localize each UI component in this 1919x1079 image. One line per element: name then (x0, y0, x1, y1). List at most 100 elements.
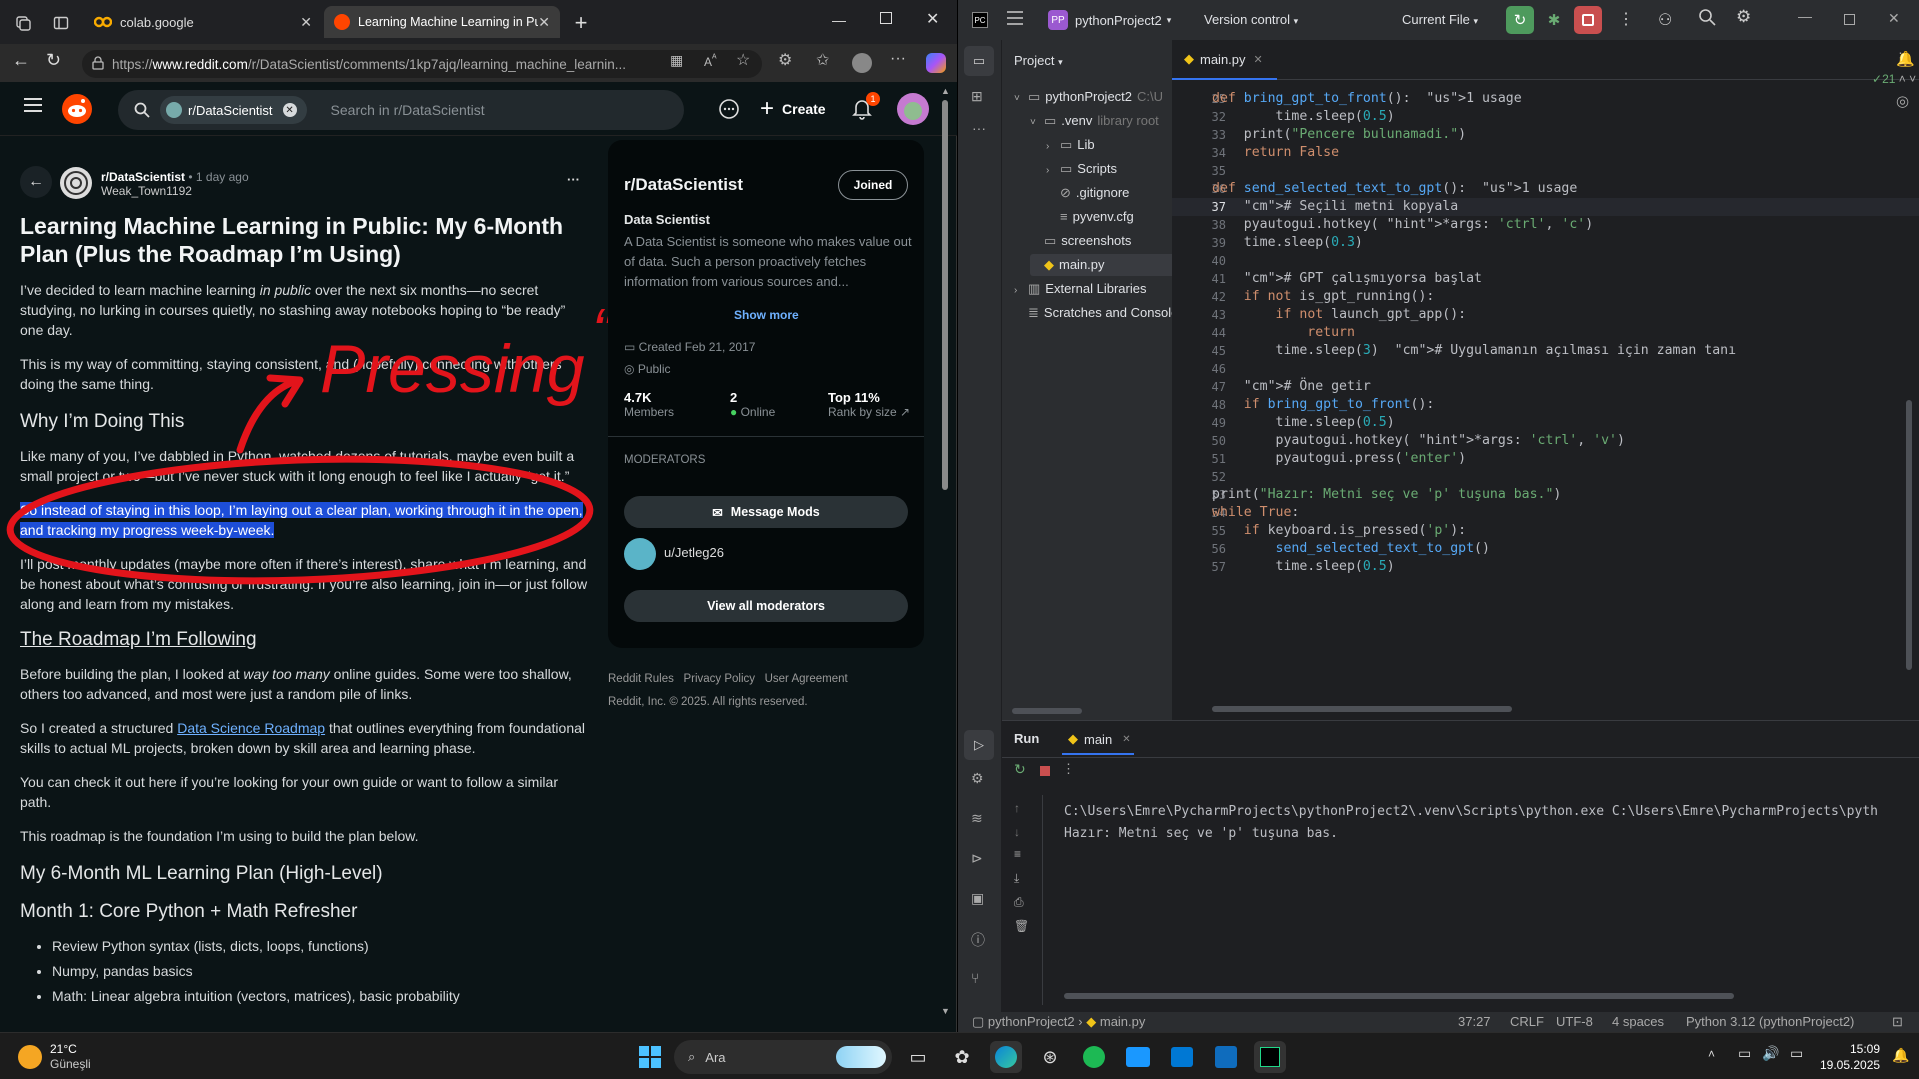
horizontal-scrollbar[interactable] (1012, 708, 1082, 714)
maximize-icon[interactable] (1844, 14, 1855, 25)
chevron-right-icon[interactable]: › (1046, 136, 1060, 158)
start-button[interactable] (634, 1041, 666, 1073)
scroll-up-icon[interactable]: ▲ (941, 86, 950, 96)
git-icon[interactable]: ⑂ (971, 970, 979, 986)
close-tab-icon[interactable]: ✕ (1122, 734, 1130, 745)
copilot-icon[interactable] (926, 53, 946, 73)
extensions-icon[interactable]: ⚙ (778, 50, 792, 70)
tree-item--venv[interactable]: ˅ ▭ .venv library root (1030, 110, 1159, 132)
create-post-button[interactable]: + Create (760, 95, 826, 122)
rerun-icon[interactable]: ↻ (1014, 761, 1026, 778)
pycharm-taskbar-icon[interactable] (1254, 1041, 1286, 1073)
minimize-icon[interactable]: — (1798, 8, 1812, 24)
ai-assistant-icon[interactable]: ◎ (1896, 92, 1909, 110)
post-subreddit-link[interactable]: r/DataScientist (101, 170, 185, 184)
close-tab-icon[interactable]: ✕ (1254, 53, 1263, 66)
more-tools-icon[interactable]: ··· (972, 120, 986, 136)
page-scrollbar[interactable]: ▲ ▼ (941, 86, 950, 1026)
moderator-name[interactable]: u/Jetleg26 (664, 545, 724, 560)
terminal-icon[interactable]: ▣ (971, 890, 984, 907)
highlighted-paragraph[interactable]: So instead of staying in this loop, I’m … (20, 500, 590, 540)
chevron-down-icon[interactable]: ˅ (1030, 112, 1044, 134)
more-options-icon[interactable]: ··· (890, 50, 906, 68)
steam-icon[interactable]: ⊛ (1034, 1041, 1066, 1073)
settings-gear-icon[interactable]: ⚙ (1736, 7, 1751, 27)
main-menu-icon[interactable] (1006, 10, 1024, 26)
python-packages-icon[interactable]: ⚙ (971, 770, 984, 787)
edge-browser-icon[interactable] (990, 1041, 1022, 1073)
code-line[interactable]: time.sleep(0.3) (1212, 234, 1363, 256)
favorite-star-icon[interactable]: ☆ (736, 50, 750, 70)
search-icon[interactable] (1698, 8, 1716, 26)
maximize-icon[interactable] (880, 12, 892, 24)
clock[interactable]: 15:09 19.05.2025 (1820, 1041, 1880, 1073)
tree-item-pythonproject2[interactable]: ˅ ▭ pythonProject2 C:\U (1014, 86, 1163, 108)
scroll-down-icon[interactable]: ↓ (1014, 825, 1020, 839)
view-all-moderators-button[interactable]: View all moderators (624, 590, 908, 622)
problems-icon[interactable]: ⓘ (971, 930, 985, 950)
workspaces-icon[interactable] (12, 12, 34, 34)
notification-center-icon[interactable]: 🔔 (1892, 1047, 1909, 1064)
profile-avatar[interactable] (852, 53, 872, 73)
url-field[interactable]: https://www.reddit.com/r/DataScientist/c… (82, 50, 762, 78)
chevron-down-icon[interactable]: ˅ (1909, 72, 1916, 86)
tab-main-py[interactable]: ◆ main.py ✕ (1172, 40, 1277, 80)
console-hscrollbar[interactable] (1064, 993, 1734, 999)
stop-icon[interactable] (1040, 766, 1050, 776)
tree-item-pyvenv-cfg[interactable]: ≡ pyvenv.cfg (1046, 206, 1134, 228)
taskbar-search[interactable]: ⌕ Ara (674, 1040, 892, 1074)
notifications-icon[interactable]: 🔔 (1896, 50, 1915, 68)
tree-item-screenshots[interactable]: ▭ screenshots (1030, 230, 1131, 252)
close-window-icon[interactable]: ✕ (926, 9, 939, 29)
volume-icon[interactable]: 🔊 (1762, 1045, 1779, 1062)
roadmap-heading-link[interactable]: The Roadmap I’m Following (20, 630, 590, 650)
joined-button[interactable]: Joined (838, 170, 908, 200)
refresh-icon[interactable]: ↻ (46, 50, 61, 71)
tree-item-scripts[interactable]: › ▭ Scripts (1046, 158, 1117, 180)
rerun-icon[interactable]: ↻ (1506, 6, 1534, 34)
weather-widget[interactable]: 21°C Güneşli (50, 1042, 91, 1072)
run-config-selector[interactable]: Current File ▾ (1402, 12, 1478, 27)
chat-icon[interactable] (718, 98, 740, 120)
read-aloud-icon[interactable]: Aᴬ (704, 53, 717, 69)
debug-icon[interactable]: ✱ (1540, 6, 1568, 34)
task-view-icon[interactable]: ▭ (902, 1041, 934, 1073)
scroll-down-icon[interactable]: ▼ (941, 1006, 950, 1016)
vertical-tabs-icon[interactable] (50, 12, 72, 34)
version-control-menu[interactable]: Version control ▾ (1204, 12, 1298, 27)
user-avatar[interactable] (897, 93, 929, 125)
code-line[interactable]: pyautogui.press('enter') (1212, 450, 1467, 472)
editor-vscrollbar[interactable] (1906, 400, 1912, 670)
weather-sun-icon[interactable] (18, 1045, 42, 1069)
post-author[interactable]: Weak_Town1192 (101, 184, 192, 198)
new-tab-icon[interactable]: + (568, 10, 594, 36)
subreddit-avatar[interactable] (60, 167, 92, 199)
scroll-to-end-icon[interactable]: ⤓ (1014, 871, 1019, 886)
lock-icon[interactable]: ⊡ (1892, 1014, 1903, 1030)
tab-colab[interactable]: colab.google ✕ (84, 6, 322, 38)
tree-item-lib[interactable]: › ▭ Lib (1046, 134, 1095, 156)
chevron-down-icon[interactable]: ˅ (1014, 88, 1028, 110)
rank-stat[interactable]: Top 11% Rank by size ↗ (828, 390, 910, 419)
services-icon[interactable]: ⊳ (971, 850, 983, 867)
chevron-right-icon[interactable]: › (1046, 160, 1060, 182)
more-actions-icon[interactable]: ⋮ (1062, 761, 1075, 777)
editor-hscrollbar[interactable] (1212, 706, 1512, 712)
scrollbar-thumb[interactable] (942, 100, 948, 490)
code-line[interactable]: time.sleep(0.5) (1212, 558, 1395, 580)
spotify-icon[interactable] (1078, 1041, 1110, 1073)
roadmap-link[interactable]: Data Science Roadmap (177, 720, 325, 736)
reader-mode-icon[interactable]: ▦ (670, 52, 683, 69)
python-interpreter[interactable]: Python 3.12 (pythonProject2) (1686, 1014, 1854, 1029)
subreddit-filter-chip[interactable]: r/DataScientist ✕ (160, 96, 307, 124)
subreddit-search[interactable]: r/DataScientist ✕ Search in r/DataScient… (118, 90, 684, 130)
more-actions-icon[interactable]: ⋮ (1618, 9, 1634, 29)
moderator-avatar[interactable] (624, 538, 656, 570)
tree-item-scratches-and-consoles[interactable]: ≣ Scratches and Consoles (1014, 302, 1185, 324)
code-line[interactable]: return False (1212, 144, 1339, 166)
indent-setting[interactable]: 4 spaces (1612, 1014, 1664, 1029)
show-hidden-icons[interactable]: ˄ (1708, 1047, 1715, 1061)
back-icon[interactable]: ← (12, 50, 30, 71)
message-mods-button[interactable]: ✉ Message Mods (624, 496, 908, 528)
minimize-icon[interactable]: — (832, 12, 846, 28)
